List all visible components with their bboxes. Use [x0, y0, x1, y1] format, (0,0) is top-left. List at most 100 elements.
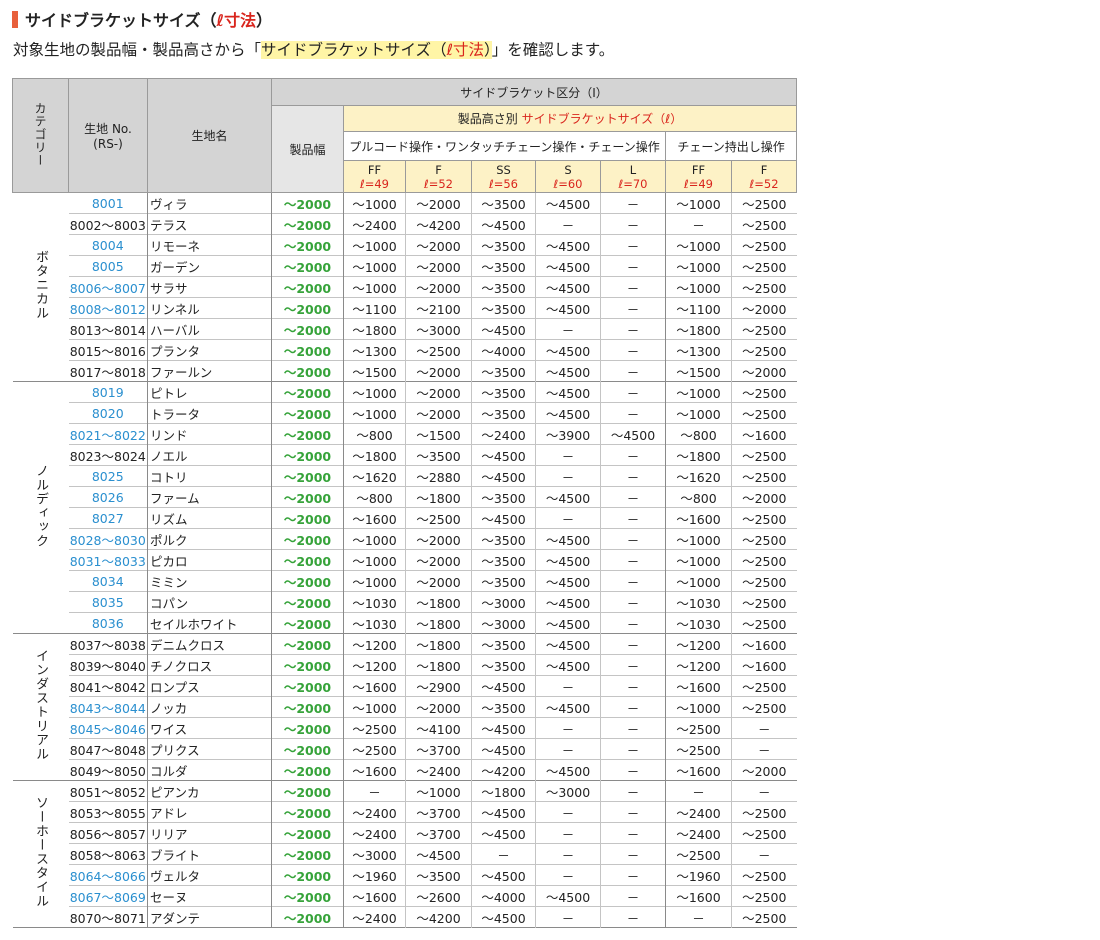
fabric-no-cell: 8021～8022: [68, 423, 148, 445]
size-value-cell: ～1100: [343, 297, 406, 319]
size-value-cell: ～2500: [731, 192, 797, 214]
size-value-cell: ～2500: [731, 402, 797, 424]
size-value-cell: ～2000: [405, 528, 472, 550]
fabric-name-cell: コパン: [147, 591, 272, 613]
size-value-cell: ～4500: [471, 675, 536, 697]
size-value-cell: －: [343, 780, 406, 802]
size-value-cell: ～3500: [471, 654, 536, 676]
size-value-cell: ～2000: [405, 381, 472, 403]
size-value-cell: ～1600: [343, 675, 406, 697]
size-value-cell: －: [600, 528, 666, 550]
fabric-no-cell: 8058～8063: [68, 843, 148, 865]
size-value-cell: ～2500: [665, 738, 732, 760]
section-title: サイドブラケットサイズ（ℓ寸法）: [25, 11, 273, 30]
size-value-cell: ～1600: [665, 507, 732, 529]
product-width-cell: ～2000: [271, 213, 344, 235]
size-value-cell: ～2500: [731, 822, 797, 844]
size-value-cell: ～800: [343, 423, 406, 445]
fabric-no-cell: 8008～8012: [68, 297, 148, 319]
size-value-cell: ～2500: [731, 318, 797, 340]
fabric-name-cell: リンド: [147, 423, 272, 445]
size-value-cell: ～4500: [535, 633, 601, 655]
size-value-cell: ～2500: [731, 675, 797, 697]
size-value-cell: －: [535, 465, 601, 487]
size-value-cell: ～2500: [343, 738, 406, 760]
size-value-cell: ～4500: [471, 864, 536, 886]
fabric-name-cell: リモーネ: [147, 234, 272, 256]
size-value-cell: －: [600, 885, 666, 907]
size-value-cell: －: [600, 486, 666, 508]
size-value-cell: ～1600: [731, 423, 797, 445]
header-size-ff: FF ℓ=49: [343, 160, 406, 193]
fabric-name-cell: チノクロス: [147, 654, 272, 676]
size-value-cell: ～2500: [665, 843, 732, 865]
size-value-cell: ～2400: [343, 213, 406, 235]
size-value-cell: －: [731, 780, 797, 802]
size-value-cell: ～2500: [731, 339, 797, 361]
size-value-cell: ～4500: [471, 465, 536, 487]
size-value-cell: －: [535, 444, 601, 466]
size-value-cell: －: [535, 843, 601, 865]
size-value-cell: ～3500: [471, 297, 536, 319]
size-value-cell: ～3500: [471, 633, 536, 655]
product-width-cell: ～2000: [271, 276, 344, 298]
table-body: ボタニカル 8001 ヴィラ ～2000 ～1000 ～2000 ～3500 ～4500 －～1…: [12, 192, 797, 928]
fabric-no-cell: 8070～8071: [68, 906, 148, 928]
size-value-cell: －: [535, 906, 601, 928]
fabric-no-cell: 8037～8038: [68, 633, 148, 655]
size-value-cell: ～3000: [535, 780, 601, 802]
size-value-cell: ～4500: [535, 402, 601, 424]
size-value-cell: ～1000: [343, 234, 406, 256]
size-value-cell: ～1030: [665, 612, 732, 634]
fabric-name-cell: プリクス: [147, 738, 272, 760]
fabric-name-cell: リズム: [147, 507, 272, 529]
size-value-cell: ～2000: [731, 297, 797, 319]
size-value-cell: ～1620: [343, 465, 406, 487]
size-value-cell: ～1030: [343, 612, 406, 634]
size-value-cell: ～3500: [471, 192, 536, 214]
size-value-cell: ～1200: [343, 633, 406, 655]
product-width-cell: ～2000: [271, 717, 344, 739]
size-value-cell: ～4500: [535, 381, 601, 403]
product-width-cell: ～2000: [271, 801, 344, 823]
table-row: ノルディック 8019 ピトレ ～2000 ～1000 ～2000 ～3500 ～4500 －～…: [12, 381, 797, 634]
size-value-cell: ～4500: [471, 801, 536, 823]
size-value-cell: －: [535, 717, 601, 739]
header-chain-size-ff: FF ℓ=49: [665, 160, 732, 193]
fabric-no-cell: 8049～8050: [68, 759, 148, 781]
size-value-cell: ～2000: [731, 759, 797, 781]
size-value-cell: ～2500: [731, 906, 797, 928]
size-value-cell: ～4500: [471, 507, 536, 529]
size-value-cell: ～1960: [665, 864, 732, 886]
fabric-no-cell: 8064～8066: [68, 864, 148, 886]
size-value-cell: ～4500: [535, 885, 601, 907]
fabric-name-cell: ノッカ: [147, 696, 272, 718]
product-width-cell: ～2000: [271, 696, 344, 718]
category-cell: インダストリアル: [12, 633, 69, 781]
table-row: ソーホースタイル 8051～8052 ピアンカ ～2000 －～1000 ～1800 ～30…: [12, 780, 797, 928]
table-row: 8036 セイルホワイト ～2000 ～1030 ～1800 ～3000 ～4500 －～10…: [13, 612, 797, 634]
table-row: 8047～8048 プリクス ～2000 ～2500 ～3700 ～4500 －－～2500…: [13, 738, 797, 760]
product-width-cell: ～2000: [271, 402, 344, 424]
size-value-cell: ～1600: [731, 633, 797, 655]
fabric-name-cell: ハーバル: [147, 318, 272, 340]
size-value-cell: －: [535, 213, 601, 235]
product-width-cell: ～2000: [271, 612, 344, 634]
highlight-term: サイドブラケットサイズ（ℓ寸法）: [261, 41, 492, 59]
size-value-cell: ～1500: [665, 360, 732, 382]
table-row: 8008～8012 リンネル ～2000 ～1100 ～2100 ～3500 ～4500 －～…: [13, 297, 797, 319]
size-value-cell: ～2400: [343, 822, 406, 844]
size-value-cell: ～1000: [665, 549, 732, 571]
size-value-cell: ～1800: [405, 633, 472, 655]
size-value-cell: ～1000: [665, 696, 732, 718]
section-heading: サイドブラケットサイズ（ℓ寸法）: [12, 9, 273, 30]
table-row: 8041～8042 ロンプス ～2000 ～1600 ～2900 ～4500 －－～1600…: [13, 675, 797, 697]
size-value-cell: ～1000: [665, 276, 732, 298]
size-value-cell: ～1000: [343, 528, 406, 550]
size-value-cell: ～1600: [731, 654, 797, 676]
size-value-cell: －: [600, 234, 666, 256]
size-value-cell: ～1600: [343, 759, 406, 781]
size-value-cell: ～2500: [405, 339, 472, 361]
fabric-no-cell: 8005: [68, 255, 148, 277]
table-row: ボタニカル 8001 ヴィラ ～2000 ～1000 ～2000 ～3500 ～4500 －～1…: [12, 192, 797, 382]
